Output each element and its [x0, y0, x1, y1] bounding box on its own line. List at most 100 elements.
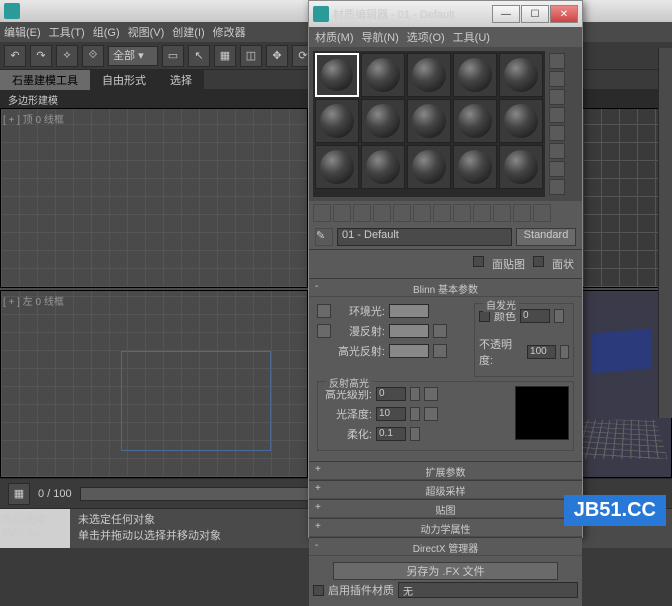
unlink-icon[interactable]: ⟐: [82, 45, 104, 67]
options-icon[interactable]: [549, 161, 565, 177]
sample-slot[interactable]: [499, 53, 543, 97]
wireframe-box[interactable]: [121, 351, 271, 451]
select-name-icon[interactable]: ▦: [214, 45, 236, 67]
sample-type-icon[interactable]: [549, 53, 565, 69]
preview-icon[interactable]: [549, 143, 565, 159]
sample-slot[interactable]: [453, 145, 497, 189]
menu-util[interactable]: 工具(U): [453, 29, 490, 45]
selfillum-spinner[interactable]: 0: [520, 309, 550, 323]
move-icon[interactable]: ✥: [266, 45, 288, 67]
facemap-checkbox[interactable]: [473, 256, 484, 267]
perspective-box[interactable]: [591, 328, 651, 373]
select-region-icon[interactable]: ◫: [240, 45, 262, 67]
go-parent-icon[interactable]: [513, 204, 531, 222]
menu-view[interactable]: 视图(V): [128, 24, 165, 40]
menu-options[interactable]: 选项(O): [407, 29, 445, 45]
sample-slot[interactable]: [453, 99, 497, 143]
select-icon[interactable]: ▭: [162, 45, 184, 67]
gloss-map-button[interactable]: [424, 407, 438, 421]
maximize-button[interactable]: ☐: [521, 5, 549, 23]
material-type-button[interactable]: Standard: [516, 228, 576, 246]
selection-filter[interactable]: 全部 ▾: [108, 46, 158, 66]
directx-rollout-header[interactable]: DirectX 管理器: [309, 538, 582, 556]
specular-swatch[interactable]: [389, 344, 429, 358]
select-by-mat-icon[interactable]: [549, 179, 565, 195]
spinner-arrows-icon[interactable]: [410, 407, 420, 421]
make-copy-icon[interactable]: [393, 204, 411, 222]
ribbon-tab-freeform[interactable]: 自由形式: [90, 70, 158, 90]
timeline-config-icon[interactable]: ▦: [8, 483, 30, 505]
put-library-icon[interactable]: [433, 204, 451, 222]
menu-edit[interactable]: 编辑(E): [4, 24, 41, 40]
undo-icon[interactable]: ↶: [4, 45, 26, 67]
diffuse-lock-icon[interactable]: [317, 324, 331, 338]
link-icon[interactable]: ⟡: [56, 45, 78, 67]
background-icon[interactable]: [549, 89, 565, 105]
menu-modifier[interactable]: 修改器: [213, 24, 246, 40]
viewport-label-top[interactable]: [ + ] 顶 0 线框: [3, 111, 64, 126]
video-check-icon[interactable]: [549, 125, 565, 141]
mat-id-icon[interactable]: [453, 204, 471, 222]
assign-icon[interactable]: [353, 204, 371, 222]
put-to-scene-icon[interactable]: [333, 204, 351, 222]
sample-slot[interactable]: [499, 145, 543, 189]
reset-icon[interactable]: [373, 204, 391, 222]
sample-slot[interactable]: [361, 99, 405, 143]
soften-spinner[interactable]: 0.1: [376, 427, 406, 441]
viewport-label-left[interactable]: [ + ] 左 0 线框: [3, 293, 64, 308]
viewport-top[interactable]: [ + ] 顶 0 线框: [0, 108, 308, 288]
cursor-icon[interactable]: ↖: [188, 45, 210, 67]
viewport-left[interactable]: [ + ] 左 0 线框: [0, 290, 308, 478]
sample-slot[interactable]: [361, 53, 405, 97]
dynamics-rollout-header[interactable]: 动力学属性: [309, 519, 582, 537]
spinner-arrows-icon[interactable]: [554, 309, 564, 323]
save-fx-button[interactable]: 另存为 .FX 文件: [333, 562, 558, 580]
menu-create[interactable]: 创建(I): [172, 24, 204, 40]
diffuse-map-button[interactable]: [433, 324, 447, 338]
maps-rollout-header[interactable]: 贴图: [309, 500, 582, 518]
menu-material[interactable]: 材质(M): [315, 29, 354, 45]
menu-tools[interactable]: 工具(T): [49, 24, 85, 40]
menu-group[interactable]: 组(G): [93, 24, 120, 40]
sample-slot[interactable]: [315, 99, 359, 143]
material-name-field[interactable]: 01 - Default: [337, 228, 512, 246]
menu-nav[interactable]: 导航(N): [362, 29, 399, 45]
time-slider[interactable]: [80, 487, 320, 501]
go-sibling-icon[interactable]: [533, 204, 551, 222]
show-map-icon[interactable]: [473, 204, 491, 222]
ribbon-tab-select[interactable]: 选择: [158, 70, 204, 90]
blinn-rollout-header[interactable]: Blinn 基本参数: [309, 279, 582, 297]
sample-slot[interactable]: [361, 145, 405, 189]
specular-map-button[interactable]: [433, 344, 447, 358]
spinner-arrows-icon[interactable]: [560, 345, 569, 359]
maxscript-listener[interactable]: 欢迎使用 MAXScr: [0, 509, 70, 548]
close-button[interactable]: ✕: [550, 5, 578, 23]
supersample-rollout-header[interactable]: 超级采样: [309, 481, 582, 499]
spec-level-map-button[interactable]: [424, 387, 438, 401]
opacity-spinner[interactable]: 100: [527, 345, 555, 359]
material-editor-titlebar[interactable]: 材质编辑器 - 01 - Default — ☐ ✕: [309, 1, 582, 27]
redo-icon[interactable]: ↷: [30, 45, 52, 67]
enable-plugin-checkbox[interactable]: [313, 585, 324, 596]
pick-material-icon[interactable]: ✎: [315, 228, 333, 246]
sample-slot[interactable]: [499, 99, 543, 143]
gloss-spinner[interactable]: 10: [376, 407, 406, 421]
backlight-icon[interactable]: [549, 71, 565, 87]
sample-slot[interactable]: [315, 53, 359, 97]
extended-rollout-header[interactable]: 扩展参数: [309, 462, 582, 480]
ribbon-tab-graphite[interactable]: 石墨建模工具: [0, 70, 90, 90]
sample-slot[interactable]: [315, 145, 359, 189]
faceted-checkbox[interactable]: [533, 256, 544, 267]
selfillum-color-checkbox[interactable]: [479, 311, 490, 322]
sample-slot[interactable]: [407, 53, 451, 97]
spec-level-spinner[interactable]: 0: [376, 387, 406, 401]
spinner-arrows-icon[interactable]: [410, 427, 420, 441]
show-result-icon[interactable]: [493, 204, 511, 222]
sample-slot[interactable]: [407, 99, 451, 143]
plugin-dropdown[interactable]: 无: [398, 582, 578, 598]
diffuse-swatch[interactable]: [389, 324, 429, 338]
minimize-button[interactable]: —: [492, 5, 520, 23]
sample-slot[interactable]: [407, 145, 451, 189]
get-material-icon[interactable]: [313, 204, 331, 222]
command-panel-edge[interactable]: [658, 48, 672, 418]
